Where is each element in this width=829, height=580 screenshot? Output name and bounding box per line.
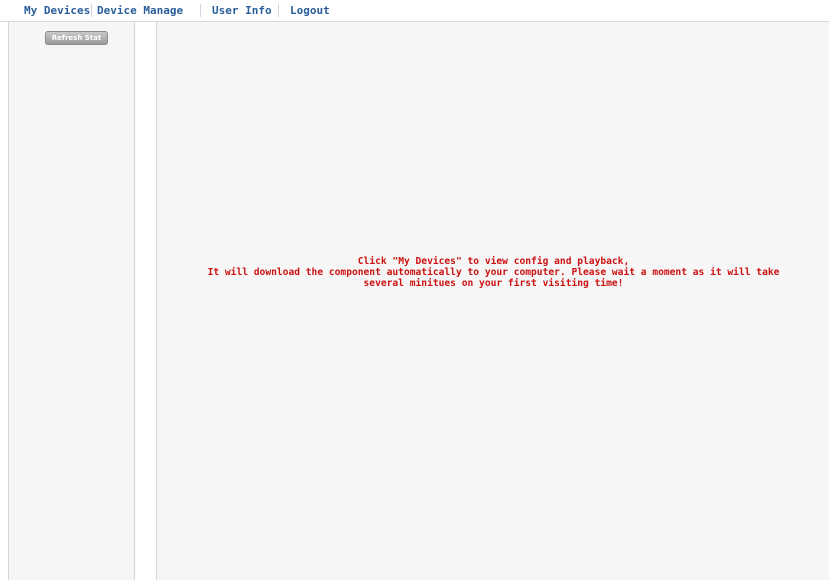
nav-user-info[interactable]: User Info: [212, 4, 272, 17]
main-content-panel: Click "My Devices" to view config and pl…: [156, 22, 829, 580]
nav-my-devices[interactable]: My Devices: [24, 4, 90, 17]
panel-divider: [135, 22, 156, 580]
nav-separator: [200, 4, 201, 17]
nav-device-manage[interactable]: Device Manage: [97, 4, 183, 17]
nav-separator: [91, 4, 92, 17]
component-download-message: Click "My Devices" to view config and pl…: [157, 256, 829, 289]
nav-separator: [278, 4, 279, 17]
message-line: several minitues on your first visiting …: [363, 278, 624, 289]
message-line: It will download the component automatic…: [207, 267, 780, 278]
top-navigation-bar: My Devices Device Manage User Info Logou…: [0, 0, 829, 22]
nav-logout[interactable]: Logout: [290, 4, 330, 17]
device-tree-panel: Refresh Stat: [8, 22, 135, 580]
refresh-status-button[interactable]: Refresh Stat: [45, 31, 108, 45]
message-line: Click "My Devices" to view config and pl…: [357, 256, 630, 267]
